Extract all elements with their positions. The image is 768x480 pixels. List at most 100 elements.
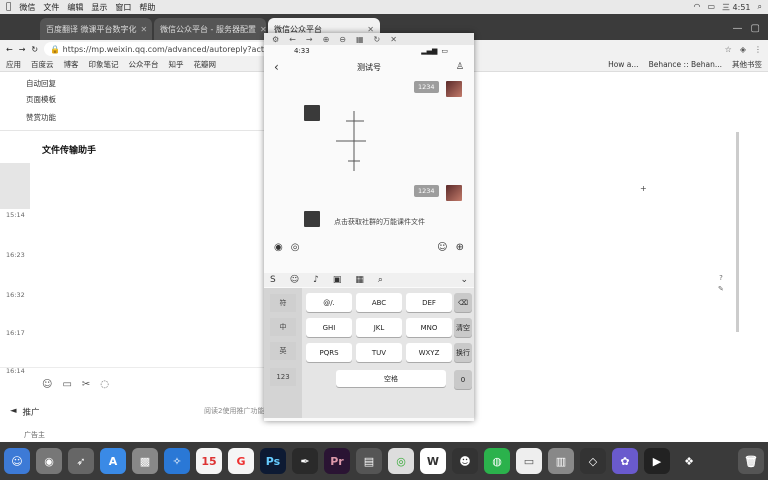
launchpad-icon[interactable]: ◉ xyxy=(36,448,62,474)
grid-icon[interactable]: ▦ xyxy=(355,275,364,285)
bookmark-item[interactable]: 博客 xyxy=(64,59,79,70)
zoom-out-icon[interactable]: ⊖ xyxy=(339,35,346,44)
selected-chat-row[interactable] xyxy=(0,163,30,209)
bookmark-item[interactable]: Behance :: Behan... xyxy=(649,59,722,70)
bookmark-item[interactable]: 应用 xyxy=(6,59,21,70)
close-icon[interactable]: ✕ xyxy=(390,35,397,44)
appstore-icon[interactable]: A xyxy=(100,448,126,474)
help-icon[interactable]: ? xyxy=(719,274,723,282)
other-bookmarks[interactable]: 其他书签 xyxy=(732,59,762,70)
premiere-icon[interactable]: Pr xyxy=(324,448,350,474)
lightroom-icon[interactable]: ✒ xyxy=(292,448,318,474)
clear-key[interactable]: 清空 xyxy=(454,318,472,337)
search-icon[interactable]: ⌕ xyxy=(378,275,383,285)
sent-message[interactable]: 1234 xyxy=(414,185,439,197)
avatar[interactable] xyxy=(304,211,320,227)
key[interactable]: MNO xyxy=(406,318,452,337)
star-icon[interactable]: ☆ xyxy=(725,45,732,54)
trash-icon[interactable]: 🗑 xyxy=(738,448,764,474)
settings-icon[interactable]: ⚙ xyxy=(272,35,279,44)
bookmark-item[interactable]: How a... xyxy=(608,59,639,70)
zoom-in-icon[interactable]: ⊕ xyxy=(323,35,330,44)
key[interactable]: GHI xyxy=(306,318,352,337)
rotate-icon[interactable]: ↻ xyxy=(374,35,381,44)
avatar[interactable] xyxy=(446,81,462,97)
feedback-icon[interactable]: ✎ xyxy=(718,285,724,293)
bookmark-item[interactable]: 印象笔记 xyxy=(89,59,119,70)
key[interactable]: ABC xyxy=(356,293,402,312)
fan-icon[interactable]: ❖ xyxy=(676,448,702,474)
grid-icon[interactable]: ▦ xyxy=(356,35,364,44)
received-message[interactable]: 点击获取社群的万能课件文件 xyxy=(334,217,425,227)
preview-icon[interactable]: ▤ xyxy=(356,448,382,474)
sogou-icon[interactable]: S xyxy=(270,275,276,285)
forward-icon[interactable]: → xyxy=(306,35,313,44)
key[interactable]: DEF xyxy=(406,293,452,312)
key[interactable]: TUV xyxy=(356,343,402,362)
extension-icon[interactable]: ◈ xyxy=(740,45,746,54)
zero-key[interactable]: 0 xyxy=(454,370,472,389)
reload-icon[interactable]: ↻ xyxy=(31,45,38,54)
emoji-icon[interactable]: ☺ xyxy=(290,275,299,285)
backspace-key[interactable]: ⌫ xyxy=(454,293,472,312)
folder-icon[interactable]: ▭ xyxy=(62,379,71,390)
space-key[interactable]: 空格 xyxy=(336,370,446,387)
voice-icon[interactable]: ◉ xyxy=(274,242,283,253)
menu-help[interactable]: 帮助 xyxy=(139,2,155,13)
photos-icon[interactable]: ▩ xyxy=(132,448,158,474)
sidebar-item-templates[interactable]: 页面模板 xyxy=(26,94,56,105)
wechat-web-icon[interactable]: W xyxy=(420,448,446,474)
back-icon[interactable]: ← xyxy=(6,45,13,54)
git-icon[interactable]: G xyxy=(228,448,254,474)
skin-icon[interactable]: ▣ xyxy=(333,275,342,285)
image-message[interactable] xyxy=(326,101,386,181)
bookmark-item[interactable]: 公众平台 xyxy=(129,59,159,70)
key[interactable]: JKL xyxy=(356,318,402,337)
qq-icon[interactable]: ☻ xyxy=(452,448,478,474)
ad-owner-link[interactable]: 广告主 xyxy=(24,430,45,440)
menu-icon[interactable]: ⋮ xyxy=(754,45,762,54)
bookmark-item[interactable]: 花瓣网 xyxy=(194,59,217,70)
emoji-icon[interactable]: ☺ xyxy=(42,379,52,390)
menu-file[interactable]: 文件 xyxy=(43,2,59,13)
key-english[interactable]: 英 xyxy=(270,342,296,360)
back-icon[interactable]: ← xyxy=(289,35,296,44)
safari-icon[interactable]: ✧ xyxy=(164,448,190,474)
chevron-down-icon[interactable]: ⌄ xyxy=(460,275,468,285)
scrollbar[interactable] xyxy=(736,132,739,332)
sent-message[interactable]: 1234 xyxy=(414,81,439,93)
send-mode-icon[interactable]: ◎ xyxy=(291,242,300,253)
battery-icon[interactable]: ▭ xyxy=(707,2,715,13)
menu-view[interactable]: 显示 xyxy=(91,2,107,13)
sketch-icon[interactable]: ◇ xyxy=(580,448,606,474)
wechat-icon[interactable]: ◍ xyxy=(484,448,510,474)
browser-tab[interactable]: 微信公众平台 - 服务器配置 ✕ xyxy=(154,18,266,40)
finder-icon[interactable]: ☺ xyxy=(4,448,30,474)
url-input[interactable]: 🔒 https://mp.weixin.qq.com/advanced/auto… xyxy=(44,42,285,56)
key-chinese[interactable]: 中 xyxy=(270,318,296,336)
close-icon[interactable]: ✕ xyxy=(141,25,148,34)
newline-key[interactable]: 换行 xyxy=(454,343,472,362)
key[interactable]: PQRS xyxy=(306,343,352,362)
emoji-icon[interactable]: ☺ xyxy=(437,242,447,253)
bookmark-item[interactable]: 知乎 xyxy=(169,59,184,70)
key[interactable]: WXYZ xyxy=(406,343,452,362)
sidebar-item-autoreply[interactable]: 自动回复 xyxy=(26,78,56,89)
rocket-icon[interactable]: ➶ xyxy=(68,448,94,474)
mic-icon[interactable]: ♪ xyxy=(313,275,319,285)
chat-bubble-icon[interactable]: ◌ xyxy=(100,379,109,390)
scissors-icon[interactable]: ✂ xyxy=(82,379,90,390)
wifi-icon[interactable]: ◠ xyxy=(693,2,700,13)
calendar-icon[interactable]: 15 xyxy=(196,448,222,474)
browser-tab[interactable]: 百度翻译 微课平台数字化 ✕ xyxy=(40,18,152,40)
sidebar-item-reward[interactable]: 赞赏功能 xyxy=(26,112,56,123)
maximize-icon[interactable]: ▢ xyxy=(751,23,760,34)
plus-icon[interactable]: ⊕ xyxy=(456,242,464,253)
avatar[interactable] xyxy=(304,105,320,121)
apple-icon[interactable]:  xyxy=(6,2,11,12)
avatar[interactable] xyxy=(446,185,462,201)
menu-edit[interactable]: 编辑 xyxy=(67,2,83,13)
notes-icon[interactable]: ▭ xyxy=(516,448,542,474)
key-numbers[interactable]: 123 xyxy=(270,368,296,386)
menu-window[interactable]: 窗口 xyxy=(115,2,131,13)
